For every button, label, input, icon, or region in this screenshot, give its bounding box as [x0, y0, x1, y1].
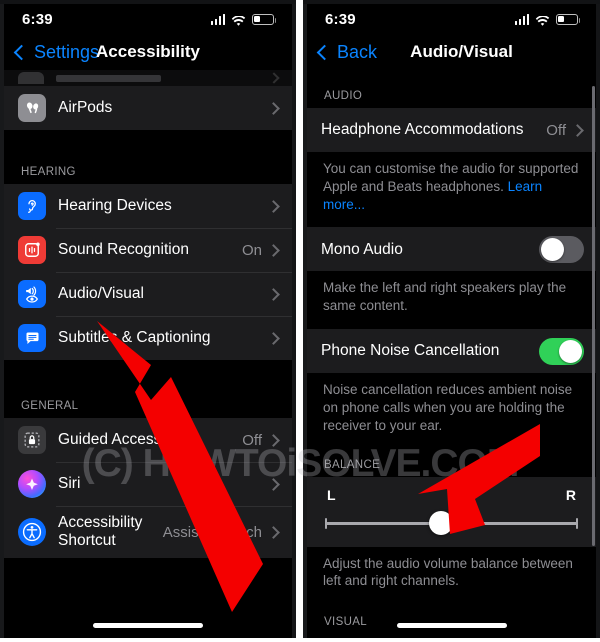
battery-low-icon — [252, 13, 277, 25]
list-item-siri[interactable]: Siri — [4, 462, 292, 506]
home-indicator — [396, 623, 507, 628]
back-button-label: Back — [337, 41, 378, 62]
right-nav-bar: Back Audio/Visual — [307, 34, 596, 70]
cellular-bars-icon — [210, 13, 225, 25]
list-item-label: Sound Recognition — [58, 241, 189, 259]
list-item-label: Guided Access — [58, 431, 162, 449]
slider-knob[interactable] — [429, 510, 454, 535]
right-phone-screenshot: 6:39 Back Audio/Visual AUDIO Headphone A… — [303, 0, 600, 642]
cut-off-list-item[interactable] — [4, 70, 292, 86]
left-phone-screenshot: 6:39 Settings Accessibility AirPods HEAR… — [0, 0, 296, 642]
balance-right-label: R — [565, 486, 576, 503]
left-status-bar: 6:39 — [0, 4, 296, 34]
home-indicator — [93, 623, 203, 628]
list-item-label: Siri — [58, 475, 81, 493]
list-item-value: On — [241, 241, 262, 259]
list-item-label: Accessibility Shortcut — [58, 514, 143, 549]
cellular-bars-icon — [514, 13, 529, 25]
balance-left-label: L — [327, 486, 336, 503]
balance-slider[interactable] — [325, 510, 578, 535]
status-clock: 6:39 — [22, 10, 53, 28]
list-item-label: Headphone Accommodations — [321, 121, 524, 139]
battery-low-icon — [556, 13, 581, 25]
list-item-value: Off — [242, 431, 262, 449]
left-nav-bar: Settings Accessibility — [4, 34, 292, 70]
chevron-right-icon — [267, 243, 280, 257]
chevron-right-icon — [267, 477, 280, 491]
list-item-value: Off — [546, 121, 566, 139]
vertical-scrollbar[interactable] — [592, 86, 595, 546]
bottom-border — [0, 638, 600, 642]
list-item-label: AirPods — [58, 99, 113, 117]
back-button[interactable]: Back — [316, 41, 378, 63]
section-gap — [307, 70, 596, 90]
balance-slider-cell[interactable]: L R — [307, 476, 596, 547]
list-item-label: Subtitles & Captioning — [58, 329, 211, 347]
balance-channel-labels: L R — [325, 487, 578, 517]
noise-cancellation-description: Noise cancellation reduces ambient noise… — [307, 373, 596, 459]
ear-icon — [18, 192, 46, 220]
chevron-right-icon — [267, 287, 280, 301]
list-item-mono-audio[interactable]: Mono Audio — [307, 227, 596, 272]
back-button-label: Settings — [34, 41, 100, 62]
accessibility-icon — [18, 518, 46, 546]
mono-audio-toggle[interactable] — [539, 235, 584, 263]
list-item-hearing-devices[interactable]: Hearing Devices — [4, 184, 292, 228]
accessibility-settings-list[interactable]: AirPods HEARING Hearing Devices Sound Re… — [4, 70, 292, 638]
chevron-right-icon — [267, 433, 280, 447]
list-item-audio-visual[interactable]: Audio/Visual — [4, 272, 292, 316]
siri-icon — [18, 470, 46, 498]
list-item-accessibility-shortcut[interactable]: Accessibility Shortcut AssistiveTouch — [4, 506, 292, 558]
list-item-label: Mono Audio — [321, 240, 403, 258]
section-header-hearing: HEARING — [21, 166, 76, 178]
subtitles-icon — [18, 324, 46, 352]
chevron-right-icon — [267, 525, 280, 539]
list-item-label: Phone Noise Cancellation — [321, 342, 500, 360]
status-indicators — [210, 13, 277, 26]
chevron-right-icon — [267, 199, 280, 213]
list-item-sound-recognition[interactable]: Sound Recognition On — [4, 228, 292, 272]
chevron-right-icon — [268, 72, 280, 84]
section-header-audio: AUDIO — [324, 90, 363, 102]
slider-left-endcap — [325, 517, 327, 529]
chevron-left-icon — [13, 44, 30, 60]
audio-visual-settings-list[interactable]: AUDIO Headphone Accommodations Off You c… — [307, 70, 596, 638]
back-to-settings-button[interactable]: Settings — [13, 41, 100, 63]
panel-divider — [296, 0, 303, 642]
chevron-right-icon — [267, 101, 280, 115]
wifi-icon — [231, 14, 246, 26]
status-clock: 6:39 — [325, 10, 356, 28]
screenshot-stage: 6:39 Settings Accessibility AirPods HEAR… — [0, 0, 600, 642]
chevron-right-icon — [571, 123, 584, 137]
list-item-value: AssistiveTouch — [162, 523, 262, 541]
placeholder-label — [56, 74, 161, 82]
section-gap — [4, 130, 292, 166]
status-indicators — [514, 13, 581, 26]
placeholder-icon — [18, 72, 44, 84]
list-item-phone-noise-cancellation[interactable]: Phone Noise Cancellation — [307, 329, 596, 374]
list-item-guided-access[interactable]: Guided Access Off — [4, 418, 292, 462]
section-header-general: GENERAL — [21, 400, 79, 412]
airpods-icon — [18, 94, 46, 122]
section-gap — [4, 360, 292, 400]
audio-visual-icon — [18, 280, 46, 308]
list-item-subtitles-captioning[interactable]: Subtitles & Captioning — [4, 316, 292, 360]
phone-noise-cancellation-toggle[interactable] — [539, 337, 584, 365]
headphone-accommodations-description: You can customise the audio for supporte… — [307, 152, 596, 228]
mono-audio-description: Make the left and right speakers play th… — [307, 271, 596, 330]
balance-description: Adjust the audio volume balance between … — [307, 546, 596, 617]
list-item-label: Audio/Visual — [58, 285, 144, 303]
wifi-icon — [535, 14, 550, 26]
guided-access-lock-icon — [18, 426, 46, 454]
chevron-left-icon — [316, 44, 333, 60]
chevron-right-icon — [267, 331, 280, 345]
list-item-airpods[interactable]: AirPods — [4, 86, 292, 130]
list-item-headphone-accommodations[interactable]: Headphone Accommodations Off — [307, 108, 596, 152]
right-status-bar: 6:39 — [303, 4, 600, 34]
slider-right-endcap — [576, 517, 578, 529]
list-item-label: Hearing Devices — [58, 197, 172, 215]
section-header-balance: BALANCE — [324, 458, 381, 471]
sound-recognition-icon — [18, 236, 46, 264]
